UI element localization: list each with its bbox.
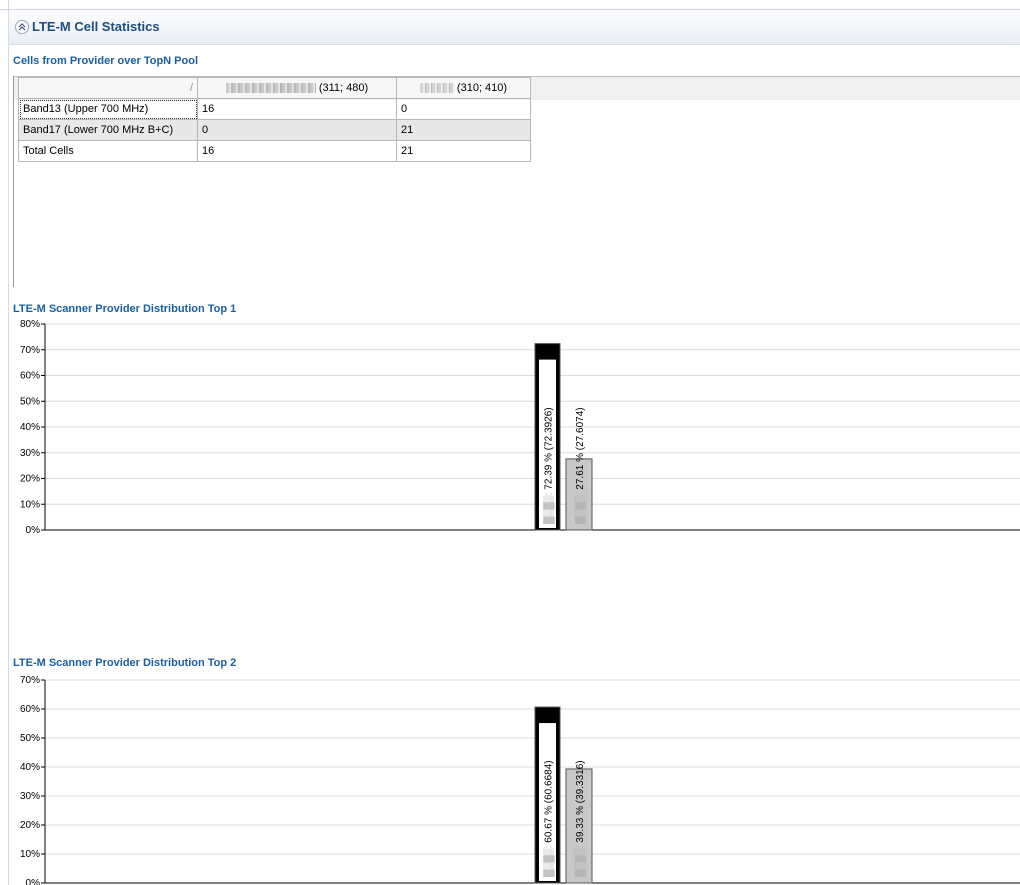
table-cell[interactable]: 0 bbox=[197, 119, 397, 141]
y-tick-label: 20% bbox=[20, 474, 40, 485]
y-tick-label: 20% bbox=[20, 820, 40, 831]
y-tick-label: 60% bbox=[20, 371, 40, 382]
sort-indicator-icon[interactable]: / bbox=[18, 77, 198, 99]
table-row[interactable]: Band13 (Upper 700 MHz) 16 0 bbox=[18, 98, 531, 120]
bar-data-label: ▓▒▓▒: 60.67 % (60.6684) bbox=[543, 760, 555, 877]
y-tick-label: 10% bbox=[20, 849, 40, 860]
redacted-provider-name bbox=[419, 83, 454, 94]
column-header-label: (310; 410) bbox=[456, 82, 508, 94]
table-cell[interactable]: 16 bbox=[197, 140, 397, 162]
y-tick-label: 50% bbox=[20, 733, 40, 744]
chart-1-svg: 0% 10% 20% 30% 40% 50% 60% 70% 80% ▓▒▓▒: 72.39 % … bbox=[20, 319, 1020, 536]
table-cell[interactable]: 21 bbox=[396, 119, 531, 141]
redacted-provider-name: ▓▒▓▒: bbox=[543, 843, 555, 877]
redacted-provider-name: ▓▒▓▒: bbox=[543, 490, 555, 524]
y-tick-label: 10% bbox=[20, 499, 40, 510]
bar-value-text: 39.33 % (39.3316) bbox=[575, 760, 586, 842]
chart-1-title: LTE-M Scanner Provider Distribution Top … bbox=[13, 303, 237, 315]
table-cell[interactable]: 0 bbox=[396, 98, 531, 120]
y-tick-label: 80% bbox=[20, 319, 40, 330]
y-tick-label: 0% bbox=[26, 878, 41, 885]
panel-header[interactable]: LTE-M Cell Statistics bbox=[9, 10, 1020, 45]
table-cell[interactable]: 21 bbox=[396, 140, 531, 162]
cells-table-container: / (311; 480) (310; 410) Band13 (Upper 70… bbox=[13, 76, 1020, 287]
collapse-icon[interactable] bbox=[15, 20, 29, 34]
y-tick-label: 40% bbox=[20, 422, 40, 433]
column-header-provider-1[interactable]: (311; 480) bbox=[197, 77, 397, 99]
y-tick-label: 30% bbox=[20, 448, 40, 459]
redacted-provider-name: ▓▒▓▒: bbox=[574, 843, 586, 877]
chart-2-svg: 0% 10% 20% 30% 40% 50% 60% 70% ▓▒▓▒: 60.67 % (60… bbox=[20, 675, 1020, 885]
y-tick-label: 60% bbox=[20, 704, 40, 715]
column-header-label: (311; 480) bbox=[318, 82, 369, 94]
redacted-provider-name: ▓▒▓▒: bbox=[574, 490, 586, 524]
y-tick-label: 50% bbox=[20, 396, 40, 407]
table-cell[interactable]: 16 bbox=[197, 98, 397, 120]
row-label[interactable]: Band13 (Upper 700 MHz) bbox=[18, 98, 198, 120]
table-row[interactable]: Total Cells 16 21 bbox=[18, 140, 531, 162]
y-tick-label: 70% bbox=[20, 675, 40, 686]
panel-title: LTE-M Cell Statistics bbox=[32, 19, 160, 34]
chart-2: 0% 10% 20% 30% 40% 50% 60% 70% ▓▒▓▒: 60.67 % (60… bbox=[0, 672, 1020, 885]
y-tick-label: 30% bbox=[20, 791, 40, 802]
bar-value-text: 60.67 % (60.6684) bbox=[544, 760, 555, 842]
bar-data-label: ▓▒▓▒: 72.39 % (72.3926) bbox=[543, 407, 555, 524]
bar-value-text: 27.61 % (27.6074) bbox=[575, 407, 586, 489]
table-title: Cells from Provider over TopN Pool bbox=[13, 55, 198, 67]
y-tick-label: 40% bbox=[20, 762, 40, 773]
row-label[interactable]: Band17 (Lower 700 MHz B+C) bbox=[18, 119, 198, 141]
table-row[interactable]: Band17 (Lower 700 MHz B+C) 0 21 bbox=[18, 119, 531, 141]
bar-data-label: ▓▒▓▒: 27.61 % (27.6074) bbox=[574, 407, 586, 524]
column-header-provider-2[interactable]: (310; 410) bbox=[396, 77, 531, 99]
y-tick-label: 70% bbox=[20, 345, 40, 356]
cells-table[interactable]: / (311; 480) (310; 410) Band13 (Upper 70… bbox=[18, 77, 531, 162]
bar-data-label: ▓▒▓▒: 39.33 % (39.3316) bbox=[574, 760, 586, 877]
row-label[interactable]: Total Cells bbox=[18, 140, 198, 162]
y-tick-label: 0% bbox=[26, 525, 41, 536]
redacted-provider-name bbox=[225, 83, 316, 94]
chart-1: 0% 10% 20% 30% 40% 50% 60% 70% 80% ▓▒▓▒: 72.39 % … bbox=[0, 316, 1020, 536]
bar-value-text: 72.39 % (72.3926) bbox=[544, 407, 555, 489]
chart-2-title: LTE-M Scanner Provider Distribution Top … bbox=[13, 657, 237, 669]
